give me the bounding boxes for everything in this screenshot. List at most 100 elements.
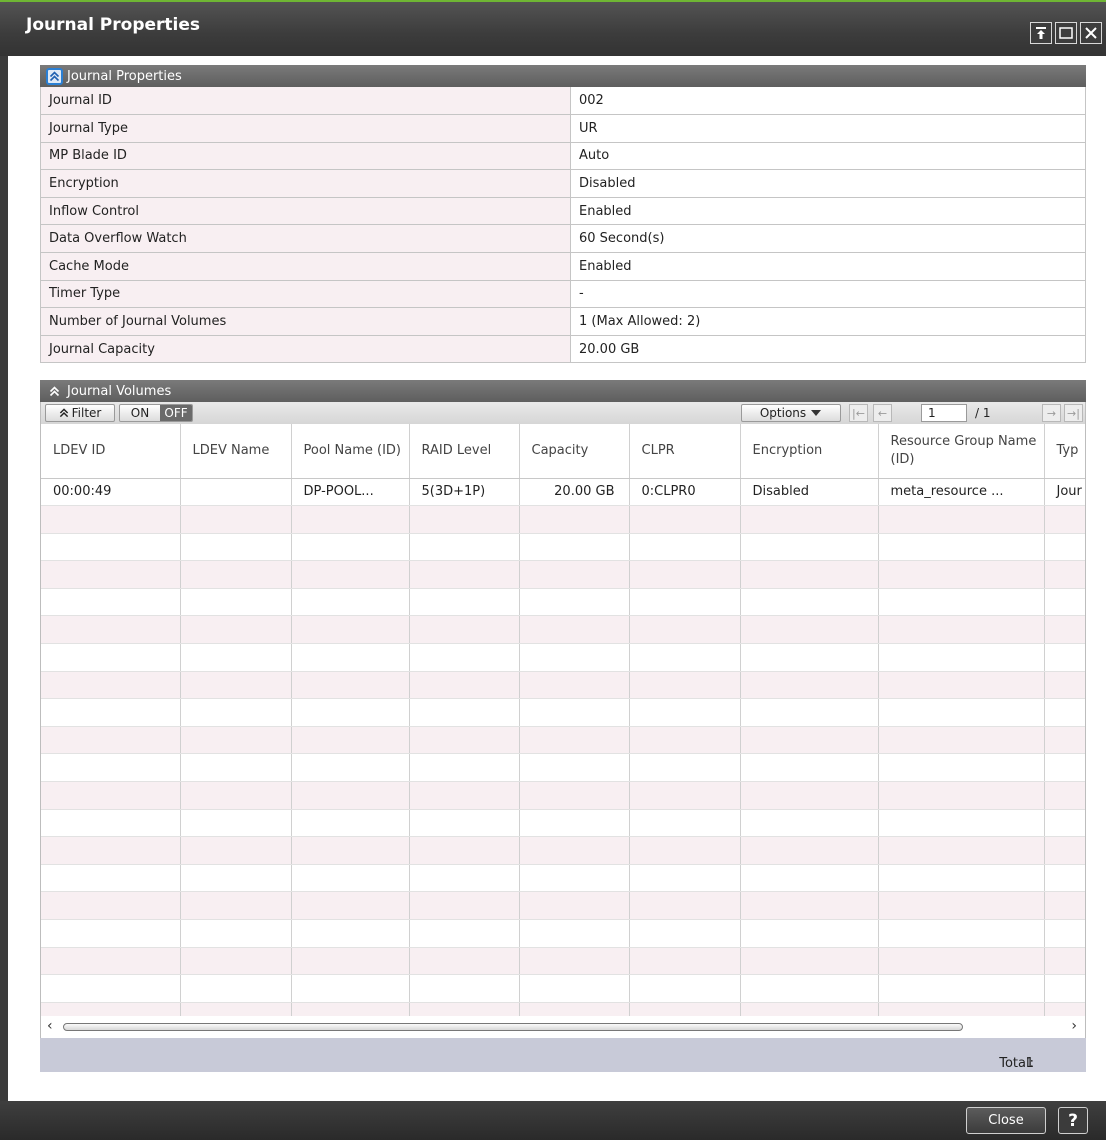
table-cell <box>180 781 292 810</box>
help-button[interactable]: ? <box>1058 1107 1088 1134</box>
table-cell <box>1044 864 1085 893</box>
property-label: Encryption <box>40 169 571 198</box>
pin-to-top-icon[interactable] <box>1030 22 1052 44</box>
table-cell <box>409 891 520 920</box>
table-cell <box>740 698 879 727</box>
collapse-volumes-icon[interactable] <box>46 383 63 400</box>
table-cell <box>519 615 630 645</box>
filter-off-option[interactable]: OFF <box>160 405 192 421</box>
collapse-properties-icon[interactable] <box>46 67 63 85</box>
table-cell <box>878 726 1045 755</box>
first-page-icon[interactable]: |← <box>849 404 868 422</box>
table-cell <box>740 588 879 617</box>
table-cell <box>41 698 181 727</box>
volumes-toolbar: Filter ON OFF Options |← ← 1 / 1 → →| <box>40 402 1086 424</box>
options-button[interactable]: Options <box>741 404 841 422</box>
table-cell <box>409 781 520 810</box>
scroll-left-icon[interactable]: ‹ <box>47 1018 53 1034</box>
table-row <box>41 1002 1085 1016</box>
horizontal-scrollbar[interactable]: ‹ › <box>40 1016 1086 1038</box>
table-row <box>41 643 1085 672</box>
column-header[interactable]: LDEV ID <box>41 424 181 479</box>
journal-volumes-section: Journal Volumes Filter ON OFF Options |←… <box>40 380 1086 1072</box>
journal-volumes-title: Journal Volumes <box>67 383 172 399</box>
scroll-right-icon[interactable]: › <box>1071 1018 1077 1034</box>
table-cell <box>1044 1002 1085 1016</box>
table-cell <box>180 505 292 534</box>
table-cell <box>740 809 879 838</box>
table-cell <box>409 615 520 645</box>
table-cell <box>180 588 292 617</box>
table-cell <box>519 726 630 755</box>
page-number-input[interactable]: 1 <box>921 404 967 422</box>
table-cell <box>409 864 520 893</box>
table-row <box>41 864 1085 893</box>
table-cell <box>740 643 879 672</box>
table-cell <box>291 505 410 534</box>
property-row: Journal Type UR <box>40 114 1086 143</box>
maximize-icon[interactable] <box>1055 22 1077 44</box>
table-cell <box>1044 643 1085 672</box>
table-cell <box>1044 588 1085 617</box>
scrollbar-thumb[interactable] <box>63 1023 963 1031</box>
table-cell <box>41 891 181 920</box>
previous-page-icon[interactable]: ← <box>873 404 892 422</box>
table-cell <box>740 864 879 893</box>
table-row[interactable]: 00:00:49 DP-POOL... 5(3D+1P) 20.00 GB 0:CLPR… <box>41 478 1085 507</box>
table-cell <box>1044 533 1085 562</box>
table-row <box>41 726 1085 755</box>
column-header[interactable]: RAID Level <box>409 424 520 479</box>
table-cell <box>740 781 879 810</box>
table-cell <box>180 809 292 838</box>
close-button[interactable]: Close <box>966 1107 1046 1134</box>
table-cell <box>519 781 630 810</box>
column-header[interactable]: Resource Group Name (ID) <box>878 424 1045 479</box>
table-cell <box>878 947 1045 976</box>
column-header[interactable]: CLPR <box>629 424 741 479</box>
journal-volumes-header: Journal Volumes <box>40 380 1086 402</box>
table-cell <box>629 753 741 783</box>
filter-on-option[interactable]: ON <box>120 405 160 421</box>
table-cell <box>41 615 181 645</box>
column-header[interactable]: Pool Name (ID) <box>291 424 410 479</box>
column-header[interactable]: Capacity <box>519 424 630 479</box>
table-cell <box>629 505 741 534</box>
table-cell <box>409 836 520 865</box>
table-row <box>41 560 1085 589</box>
column-header[interactable]: Encryption <box>740 424 879 479</box>
table-cell <box>629 643 741 672</box>
table-cell <box>291 671 410 700</box>
filter-toggle[interactable]: ON OFF <box>119 404 193 422</box>
last-page-icon[interactable]: →| <box>1064 404 1083 422</box>
table-cell <box>740 891 879 920</box>
table-cell <box>629 1002 741 1016</box>
table-cell: Disabled <box>740 478 879 507</box>
property-value: 20.00 GB <box>570 335 1086 364</box>
table-cell <box>180 974 292 1003</box>
table-cell <box>878 974 1045 1003</box>
table-cell <box>291 974 410 1003</box>
column-header[interactable]: LDEV Name <box>180 424 292 479</box>
table-cell <box>41 753 181 783</box>
page-total: / 1 <box>975 406 991 420</box>
table-cell <box>1044 974 1085 1003</box>
table-cell <box>180 864 292 893</box>
table-cell <box>291 891 410 920</box>
table-cell <box>409 919 520 948</box>
table-cell <box>878 560 1045 589</box>
close-icon[interactable] <box>1080 22 1102 44</box>
table-cell <box>41 809 181 838</box>
table-row <box>41 588 1085 617</box>
column-header[interactable]: Typ <box>1044 424 1085 479</box>
filter-button[interactable]: Filter <box>45 404 115 422</box>
table-row <box>41 753 1085 783</box>
table-row <box>41 947 1085 976</box>
table-cell <box>878 919 1045 948</box>
table-cell <box>291 836 410 865</box>
table-cell <box>180 698 292 727</box>
table-cell <box>629 615 741 645</box>
filter-label: Filter <box>71 406 102 420</box>
table-cell <box>629 947 741 976</box>
table-cell <box>629 974 741 1003</box>
next-page-icon[interactable]: → <box>1042 404 1061 422</box>
